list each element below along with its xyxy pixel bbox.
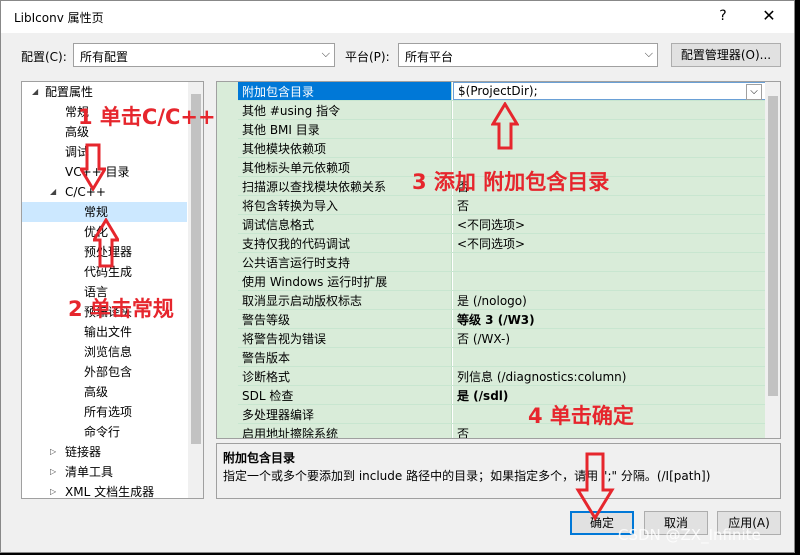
config-select[interactable]: 所有配置 ⌵ [73, 43, 335, 67]
tree-item-browse-info[interactable]: 浏览信息 [84, 342, 132, 362]
property-row[interactable]: 警告等级 等级 3 (/W3) [238, 310, 766, 329]
property-name: 警告版本 [238, 348, 452, 366]
property-value[interactable]: 否 [453, 196, 766, 214]
property-name: 启用地址擦除系统 [238, 424, 452, 438]
property-value[interactable]: 列信息 (/diagnostics:column) [453, 367, 766, 385]
tree-item-xml-doc-generator[interactable]: ▷ XML 文档生成器 [50, 482, 190, 498]
property-value[interactable]: 是 (/nologo) [453, 291, 766, 309]
annotation-step-1: 1 单击C/C++ [78, 105, 216, 129]
grid-gutter [217, 82, 238, 438]
property-pages-dialog: LibIconv 属性页 ? ✕ 配置(C): 所有配置 ⌵ 平台(P): 所有… [0, 0, 795, 553]
property-value[interactable]: <不同选项> [453, 234, 766, 252]
arrow-up-icon [491, 102, 519, 150]
tree-scrollbar[interactable] [188, 82, 203, 498]
property-value[interactable]: 否 (/WX-) [453, 329, 766, 347]
property-name: 将警告视为错误 [238, 329, 452, 347]
property-name: 诊断格式 [238, 367, 452, 385]
tree-item-cpp[interactable]: ◢ C/C++ [50, 182, 190, 202]
tree-item-all-options[interactable]: 所有选项 [84, 402, 132, 422]
collapse-icon[interactable]: ▷ [50, 442, 60, 462]
property-value-input[interactable]: $(ProjectDir); [453, 82, 766, 100]
property-name: 附加包含目录 [238, 82, 452, 100]
grid-scrollbar-thumb[interactable] [768, 96, 778, 396]
chevron-down-icon: ⌵ [321, 47, 330, 60]
collapse-icon[interactable]: ▷ [50, 482, 60, 498]
expand-icon[interactable]: ◢ [32, 82, 42, 102]
property-name: 其他 BMI 目录 [238, 120, 452, 138]
config-label: 配置(C): [21, 50, 67, 64]
tree-item-external-includes[interactable]: 外部包含 [84, 362, 132, 382]
property-row[interactable]: 诊断格式 列信息 (/diagnostics:column) [238, 367, 766, 386]
config-manager-button[interactable]: 配置管理器(O)... [671, 43, 781, 67]
property-value[interactable]: 等级 3 (/W3) [453, 310, 766, 328]
property-row[interactable]: 取消显示启动版权标志是 (/nologo) [238, 291, 766, 310]
property-name: 使用 Windows 运行时扩展 [238, 272, 452, 290]
property-value[interactable] [453, 253, 766, 271]
property-name: 其他模块依赖项 [238, 139, 452, 157]
tree-item-linker[interactable]: ▷ 链接器 [50, 442, 190, 462]
property-name: SDL 检查 [238, 386, 452, 404]
close-icon[interactable]: ✕ [757, 5, 781, 27]
property-row[interactable]: 使用 Windows 运行时扩展 [238, 272, 766, 291]
tree-item-config-properties[interactable]: ◢ 配置属性 [22, 82, 192, 102]
property-value[interactable]: <不同选项> [453, 215, 766, 233]
description-heading: 附加包含目录 [223, 451, 296, 465]
property-name: 警告等级 [238, 310, 452, 328]
property-row[interactable]: 警告版本 [238, 348, 766, 367]
help-icon[interactable]: ? [713, 5, 733, 27]
property-row[interactable]: 启用地址擦除系统否 [238, 424, 766, 438]
property-name: 支持仅我的代码调试 [238, 234, 452, 252]
property-name: 公共语言运行时支持 [238, 253, 452, 271]
property-tree: ◢ 配置属性 常规 高级 调试 VC++ 目录 ◢ C/C++ 常规 优化 预处理器… [21, 81, 204, 499]
property-row[interactable]: 多处理器编译 [238, 405, 766, 424]
platform-value: 所有平台 [405, 50, 454, 64]
property-row[interactable]: 将警告视为错误否 (/WX-) [238, 329, 766, 348]
window-title: LibIconv 属性页 [14, 11, 104, 25]
description-panel: 附加包含目录 指定一个或多个要添加到 include 路径中的目录；如果指定多个… [216, 443, 781, 499]
property-row[interactable]: 公共语言运行时支持 [238, 253, 766, 272]
tree-item-command-line[interactable]: 命令行 [84, 422, 120, 442]
property-row[interactable]: 附加包含目录 $(ProjectDir); [238, 82, 766, 101]
grid-scrollbar[interactable] [765, 82, 780, 438]
collapse-icon[interactable]: ▷ [50, 462, 60, 482]
dropdown-chevron-icon[interactable]: ⌵ [746, 84, 762, 100]
tree-scrollbar-thumb[interactable] [191, 94, 201, 444]
platform-label: 平台(P): [345, 50, 390, 64]
property-name: 调试信息格式 [238, 215, 452, 233]
chevron-down-icon: ⌵ [644, 47, 653, 60]
tree-item-cpp-advanced[interactable]: 高级 [84, 382, 108, 402]
arrow-down-icon [80, 143, 106, 191]
property-row[interactable]: 支持仅我的代码调试 <不同选项> [238, 234, 766, 253]
property-name: 将包含转换为导入 [238, 196, 452, 214]
description-text: 指定一个或多个要添加到 include 路径中的目录；如果指定多个，请用 ";"… [223, 469, 711, 483]
watermark: CSDN @ZX_Infinite [618, 526, 761, 544]
arrow-up-icon [93, 218, 119, 268]
property-name: 多处理器编译 [238, 405, 452, 423]
property-value[interactable] [453, 348, 766, 366]
arrow-down-icon [575, 452, 615, 521]
annotation-step-3: 3 添加 附加包含目录 [412, 170, 610, 194]
annotation-step-4: 4 单击确定 [528, 404, 634, 428]
property-row[interactable]: 将包含转换为导入否 [238, 196, 766, 215]
property-name: 其他 #using 指令 [238, 101, 452, 119]
property-row[interactable]: SDL 检查是 (/sdl) [238, 386, 766, 405]
tree-item-manifest-tool[interactable]: ▷ 清单工具 [50, 462, 190, 482]
tree-item-output-files[interactable]: 输出文件 [84, 322, 132, 342]
title-bar: LibIconv 属性页 ? ✕ [1, 1, 794, 33]
annotation-step-2: 2 单击常规 [68, 297, 174, 321]
property-value[interactable] [453, 272, 766, 290]
property-name: 取消显示启动版权标志 [238, 291, 452, 309]
expand-icon[interactable]: ◢ [50, 182, 60, 202]
property-row[interactable]: 调试信息格式 <不同选项> [238, 215, 766, 234]
platform-select[interactable]: 所有平台 ⌵ [398, 43, 658, 67]
config-value: 所有配置 [80, 50, 129, 64]
